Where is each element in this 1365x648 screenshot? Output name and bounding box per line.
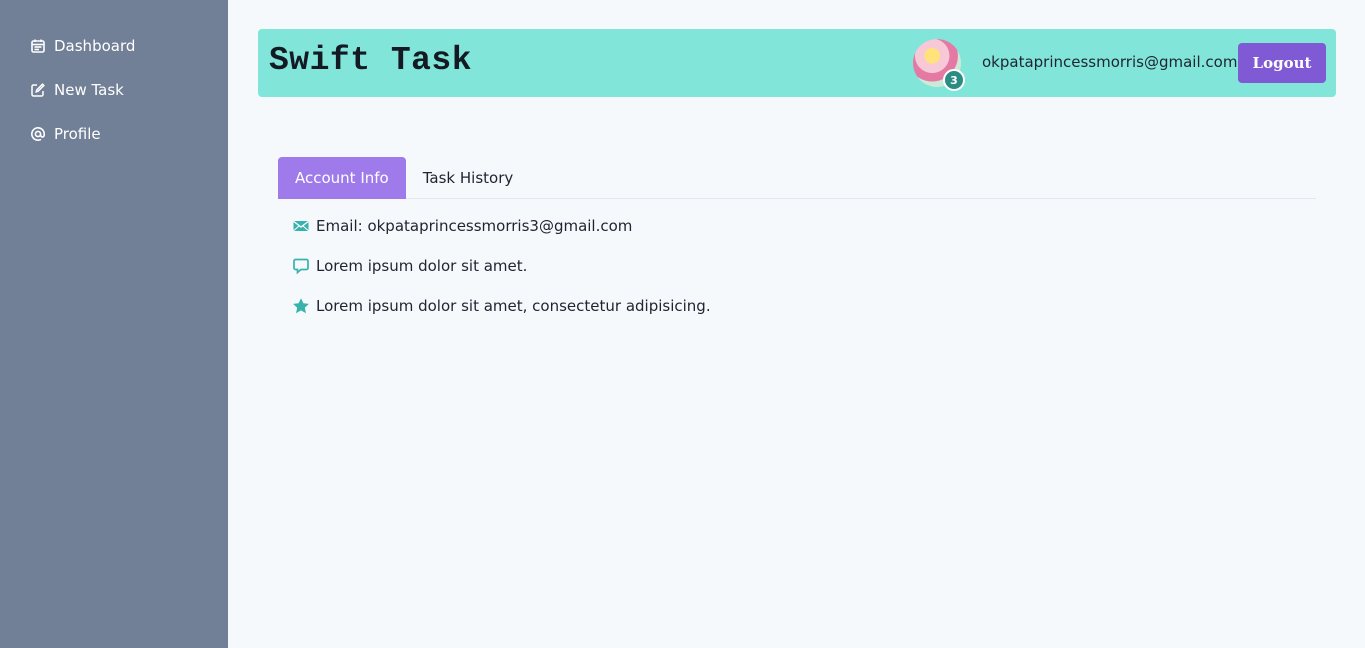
edit-icon	[30, 82, 46, 98]
tab-task-history[interactable]: Task History	[406, 157, 531, 199]
sidebar-item-new-task[interactable]: New Task	[0, 79, 228, 101]
sidebar-item-dashboard[interactable]: Dashboard	[0, 35, 228, 57]
calendar-icon	[30, 38, 46, 54]
app-title: Swift Task	[269, 42, 473, 79]
info-row-email: Email: okpataprincessmorris3@gmail.com	[292, 215, 711, 237]
tab-bar: Account Info Task History	[278, 157, 1316, 199]
info-row-text: Lorem ipsum dolor sit amet.	[316, 257, 528, 275]
sidebar-item-label: Dashboard	[54, 37, 136, 55]
sidebar-item-label: New Task	[54, 81, 124, 99]
chat-bubble-icon	[292, 257, 310, 275]
envelope-icon	[292, 217, 310, 235]
info-row-favorite: Lorem ipsum dolor sit amet, consectetur …	[292, 295, 711, 317]
info-row-bio: Lorem ipsum dolor sit amet.	[292, 255, 711, 277]
account-info-panel: Email: okpataprincessmorris3@gmail.com L…	[292, 215, 711, 335]
main-content: Swift Task 3 okpataprincessmorris@gmail.…	[228, 0, 1365, 648]
app-header: Swift Task 3 okpataprincessmorris@gmail.…	[258, 29, 1336, 97]
info-row-text: Lorem ipsum dolor sit amet, consectetur …	[316, 297, 711, 315]
avatar[interactable]: 3	[913, 39, 965, 91]
star-icon	[292, 297, 310, 315]
sidebar: Dashboard New Task Profile	[0, 0, 228, 648]
user-email: okpataprincessmorris@gmail.com	[982, 53, 1238, 71]
info-row-text: Email: okpataprincessmorris3@gmail.com	[316, 217, 633, 235]
at-icon	[30, 126, 46, 142]
sidebar-item-label: Profile	[54, 125, 101, 143]
tab-account-info[interactable]: Account Info	[278, 157, 406, 199]
logout-button[interactable]: Logout	[1238, 43, 1326, 83]
notification-badge: 3	[943, 69, 965, 91]
sidebar-item-profile[interactable]: Profile	[0, 123, 228, 145]
